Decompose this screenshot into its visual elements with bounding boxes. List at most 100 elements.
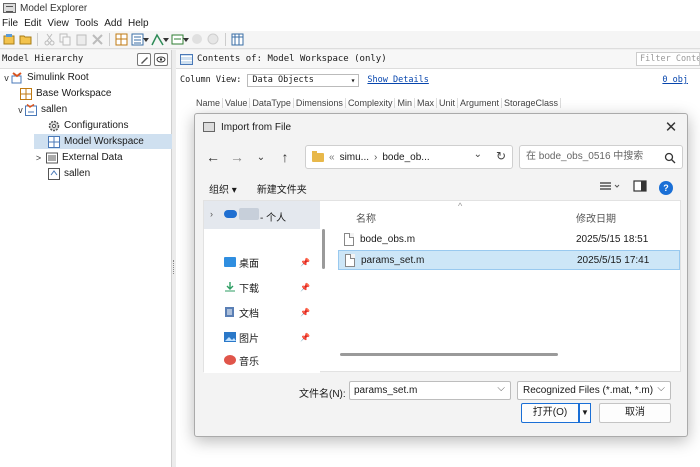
nav-item-music[interactable]: 音乐 [224, 353, 314, 367]
horizontal-scrollbar[interactable] [340, 353, 558, 356]
breadcrumb-item[interactable]: bode_ob... [382, 152, 429, 163]
add-signal-icon[interactable] [131, 33, 149, 46]
column-header-dimensions[interactable]: Dimensions [294, 97, 346, 108]
window-title: Model Explorer [20, 2, 88, 14]
menu-help[interactable]: Help [128, 18, 149, 29]
objects-count-link[interactable]: 0 obj [662, 75, 688, 85]
column-header-unit[interactable]: Unit [437, 97, 458, 108]
address-bar[interactable]: « simu... › bode_ob... ⌄ ↻ [305, 145, 513, 169]
menu-tools[interactable]: Tools [75, 18, 98, 29]
menu-view[interactable]: View [47, 18, 69, 29]
add-parameter-icon[interactable] [151, 33, 169, 46]
close-icon[interactable]: ✕ [655, 114, 687, 140]
pin-icon[interactable]: 📌 [300, 258, 310, 267]
column-header-name[interactable]: Name [194, 97, 224, 108]
tree-item-sallen-external[interactable]: sallen [48, 166, 90, 181]
preview-pane-icon[interactable] [633, 179, 647, 196]
add-configuration-icon[interactable] [171, 33, 189, 46]
breadcrumb-item[interactable]: simu... [340, 152, 369, 163]
nav-item-downloads[interactable]: 下载 📌 [224, 278, 314, 296]
expand-chevron-icon[interactable]: v [16, 105, 25, 115]
pin-icon[interactable]: 📌 [300, 283, 310, 292]
column-header-datatype[interactable]: DataType [250, 97, 294, 108]
lock-icon[interactable] [191, 33, 204, 46]
open-button[interactable]: 打开(O) [521, 403, 579, 423]
address-dropdown-chevron-icon[interactable]: ⌄ [474, 149, 482, 160]
column-view-icon[interactable] [231, 33, 244, 46]
pin-icon[interactable]: 📌 [300, 308, 310, 317]
column-header-max[interactable]: Max [415, 97, 437, 108]
file-list-header: 名称 ^ 修改日期 [330, 201, 680, 229]
model-icon [25, 103, 37, 116]
contents-header: Contents of: Model Workspace (only) Filt… [176, 50, 700, 69]
open-options-dropdown-icon[interactable]: ▼ [579, 403, 591, 423]
forward-arrow-icon[interactable]: → [227, 145, 247, 169]
add-data-icon[interactable] [115, 33, 128, 46]
breadcrumb-overflow[interactable]: « [329, 152, 335, 163]
search-input[interactable]: 在 bode_obs_0516 中搜索 [519, 145, 683, 169]
nav-item-label: 下载 [239, 283, 259, 295]
filename-combobox[interactable]: params_set.m [349, 380, 511, 400]
column-headers: Name Value DataType Dimensions Complexit… [194, 95, 562, 110]
tree-item-model-workspace[interactable]: Model Workspace [34, 134, 172, 149]
tree-item-sallen-model[interactable]: v sallen [16, 102, 67, 117]
dialog-app-icon [203, 122, 215, 132]
column-header-name[interactable]: 名称 [356, 210, 376, 225]
expand-chevron-icon[interactable]: › [210, 209, 213, 219]
copy-icon[interactable] [59, 33, 72, 46]
column-header-date-modified[interactable]: 修改日期 [576, 210, 616, 225]
delete-icon[interactable] [91, 33, 104, 46]
tree-item-configurations[interactable]: Configurations [48, 118, 128, 133]
nav-item-desktop[interactable]: 桌面 📌 [224, 253, 314, 271]
m-file-icon [344, 232, 354, 246]
refresh-icon[interactable]: ↻ [496, 149, 506, 163]
new-folder-button[interactable]: 新建文件夹 [257, 181, 307, 196]
paste-icon[interactable] [75, 33, 88, 46]
pin-icon[interactable]: 📌 [300, 333, 310, 342]
file-row-params-set[interactable]: params_set.m 2025/5/15 17:41 [338, 250, 680, 270]
organize-menu-button[interactable]: 组织 ▾ [209, 181, 237, 196]
tree-item-base-workspace[interactable]: Base Workspace [20, 86, 111, 101]
nav-onedrive-personal[interactable]: › - 个人 [204, 201, 320, 229]
view-options-icon[interactable] [599, 179, 621, 196]
back-arrow-icon[interactable]: ← [203, 145, 223, 169]
column-view-select[interactable]: Data Objects [247, 73, 360, 87]
filter-contents-input[interactable]: Filter Contents [636, 52, 700, 66]
cancel-button[interactable]: 取消 [599, 403, 671, 423]
highlight-icon[interactable] [207, 33, 220, 46]
tree-item-label: Simulink Root [27, 72, 89, 83]
workspace-icon [20, 87, 32, 100]
workspace-icon [48, 135, 60, 148]
new-model-icon[interactable] [3, 33, 16, 46]
file-type-filter-select[interactable]: Recognized Files (*.mat, *.m) [517, 380, 671, 400]
nav-item-pictures[interactable]: 图片 📌 [224, 328, 314, 346]
column-header-min[interactable]: Min [395, 97, 415, 108]
navigation-scrollbar[interactable] [320, 203, 326, 371]
menu-edit[interactable]: Edit [24, 18, 41, 29]
column-header-argument[interactable]: Argument [458, 97, 503, 108]
file-row-bode-obs[interactable]: bode_obs.m 2025/5/15 18:51 [338, 229, 680, 249]
nav-item-label: 图片 [239, 333, 259, 345]
show-details-link[interactable]: Show Details [367, 75, 428, 85]
column-header-storageclass[interactable]: StorageClass [502, 97, 562, 108]
expand-chevron-icon[interactable]: > [34, 153, 43, 163]
help-icon[interactable]: ? [659, 180, 673, 195]
cut-icon[interactable] [43, 33, 56, 46]
search-icon[interactable] [664, 147, 676, 177]
tree-item-external-data[interactable]: > External Data [34, 150, 123, 165]
toolbar-separator [37, 33, 38, 46]
edit-icon[interactable] [137, 52, 151, 66]
column-header-complexity[interactable]: Complexity [346, 97, 396, 108]
recent-locations-chevron-icon[interactable]: ⌄ [251, 145, 271, 169]
up-arrow-icon[interactable]: ↑ [275, 145, 295, 169]
menu-add[interactable]: Add [104, 18, 122, 29]
column-header-value[interactable]: Value [223, 97, 251, 108]
expand-chevron-icon[interactable]: v [2, 73, 11, 83]
open-folder-icon[interactable] [19, 33, 32, 46]
show-hide-icon[interactable] [154, 52, 168, 66]
menu-file[interactable]: File [2, 18, 18, 29]
filename-label: 文件名(N): [299, 389, 346, 400]
file-name: bode_obs.m [360, 233, 416, 245]
tree-item-simulink-root[interactable]: v Simulink Root [2, 70, 89, 85]
nav-item-documents[interactable]: 文档 📌 [224, 303, 314, 321]
